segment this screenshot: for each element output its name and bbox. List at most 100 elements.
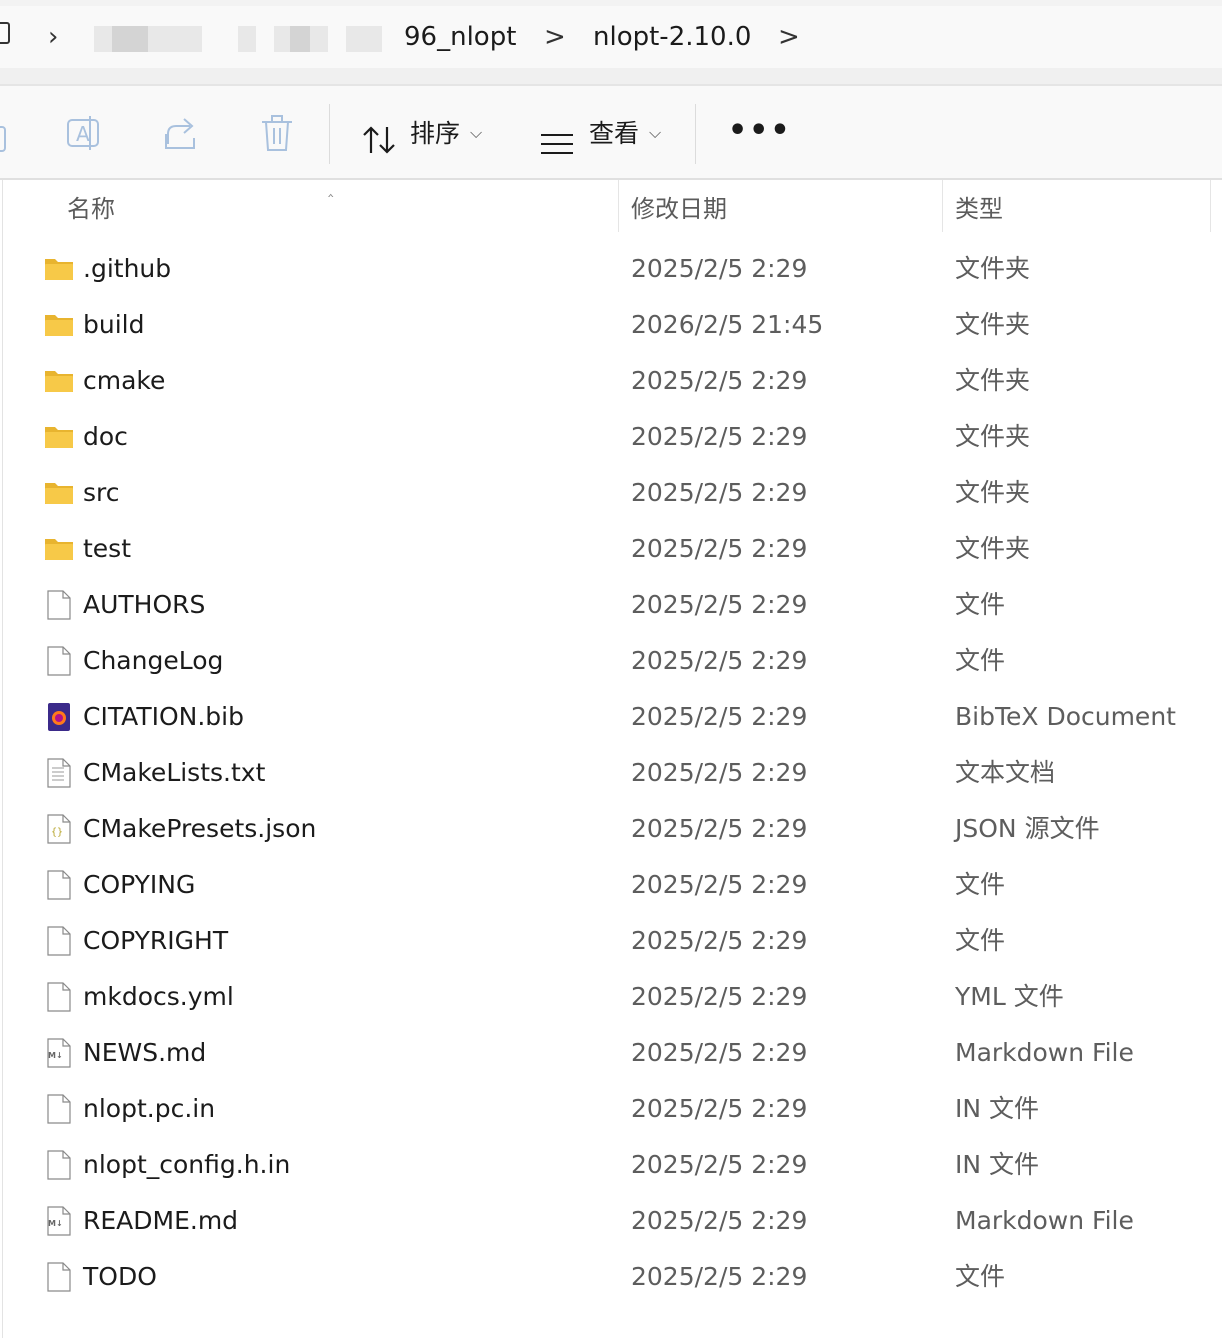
file-name: CMakeLists.txt — [83, 758, 266, 787]
svg-text:M↓: M↓ — [48, 1219, 63, 1228]
file-row[interactable]: nlopt.pc.in 2025/2/5 2:29 IN 文件 — [0, 1082, 1222, 1138]
file-row[interactable]: COPYING 2025/2/5 2:29 文件 — [0, 858, 1222, 914]
delete-icon[interactable] — [260, 114, 294, 154]
file-name: AUTHORS — [83, 590, 206, 619]
file-name: CITATION.bib — [83, 702, 244, 731]
file-type: 文件夹 — [955, 478, 1031, 507]
redacted-breadcrumb[interactable] — [238, 26, 256, 52]
file-name: nlopt_config.h.in — [83, 1150, 291, 1179]
redacted-breadcrumb[interactable] — [346, 26, 382, 52]
file-name: build — [83, 310, 145, 339]
file-icon — [44, 590, 74, 620]
folder-icon — [44, 534, 74, 564]
rename-icon[interactable]: A — [66, 114, 104, 154]
bibtex-file-icon — [44, 702, 74, 732]
folder-icon — [44, 310, 74, 340]
breadcrumb-chevron-icon[interactable]: › — [48, 20, 58, 54]
column-header-row: ‸ 名称 修改日期 类型 — [0, 178, 1222, 236]
file-modified: 2025/2/5 2:29 — [631, 926, 808, 955]
file-row[interactable]: cmake 2025/2/5 2:29 文件夹 — [0, 354, 1222, 410]
chevron-down-icon: ⌵ — [649, 123, 662, 142]
file-name: CMakePresets.json — [83, 814, 317, 843]
breadcrumb-96-nlopt[interactable]: 96_nlopt — [404, 18, 516, 56]
file-icon — [44, 646, 74, 676]
column-separator[interactable] — [1210, 180, 1211, 232]
file-modified: 2025/2/5 2:29 — [631, 702, 808, 731]
file-modified: 2026/2/5 21:45 — [631, 310, 824, 339]
file-modified: 2025/2/5 2:29 — [631, 534, 808, 563]
file-type: 文件夹 — [955, 310, 1031, 339]
file-icon — [44, 1150, 74, 1180]
file-row[interactable]: test 2025/2/5 2:29 文件夹 — [0, 522, 1222, 578]
file-type: IN 文件 — [955, 1094, 1040, 1123]
file-modified: 2025/2/5 2:29 — [631, 1094, 808, 1123]
file-name: cmake — [83, 366, 166, 395]
address-bar-band — [0, 68, 1222, 84]
file-type: 文件 — [955, 870, 1006, 899]
column-header-type[interactable]: 类型 — [955, 192, 1003, 226]
file-row[interactable]: TODO 2025/2/5 2:29 文件 — [0, 1250, 1222, 1306]
folder-icon — [44, 422, 74, 452]
file-type: 文件夹 — [955, 534, 1031, 563]
file-modified: 2025/2/5 2:29 — [631, 1038, 808, 1067]
file-modified: 2025/2/5 2:29 — [631, 1262, 808, 1291]
file-row[interactable]: build 2026/2/5 21:45 文件夹 — [0, 298, 1222, 354]
file-row[interactable]: {} CMakePresets.json 2025/2/5 2:29 JSON 源文件 — [0, 802, 1222, 858]
redacted-breadcrumb[interactable] — [94, 26, 202, 52]
view-list-icon — [541, 134, 573, 154]
toolbar-separator — [695, 104, 696, 164]
file-name: NEWS.md — [83, 1038, 207, 1067]
file-modified: 2025/2/5 2:29 — [631, 422, 808, 451]
file-name: mkdocs.yml — [83, 982, 234, 1011]
file-type: IN 文件 — [955, 1150, 1040, 1179]
svg-text:M↓: M↓ — [48, 1051, 63, 1060]
file-type: 文件夹 — [955, 254, 1031, 283]
breadcrumb-chevron-icon[interactable]: > — [778, 20, 800, 54]
file-name: doc — [83, 422, 128, 451]
file-row[interactable]: doc 2025/2/5 2:29 文件夹 — [0, 410, 1222, 466]
column-header-name[interactable]: 名称 — [67, 192, 115, 226]
file-modified: 2025/2/5 2:29 — [631, 366, 808, 395]
sort-label: 排序 — [410, 119, 461, 148]
file-type: YML 文件 — [955, 982, 1064, 1011]
file-type: 文件 — [955, 646, 1006, 675]
file-modified: 2025/2/5 2:29 — [631, 758, 808, 787]
this-pc-icon[interactable] — [0, 22, 10, 44]
file-row[interactable]: CMakeLists.txt 2025/2/5 2:29 文本文档 — [0, 746, 1222, 802]
column-separator[interactable] — [618, 180, 619, 232]
json-file-icon: {} — [44, 814, 74, 844]
file-name: src — [83, 478, 120, 507]
file-row[interactable]: ChangeLog 2025/2/5 2:29 文件 — [0, 634, 1222, 690]
file-row[interactable]: CITATION.bib 2025/2/5 2:29 BibTeX Document — [0, 690, 1222, 746]
file-type: 文件夹 — [955, 366, 1031, 395]
share-icon[interactable] — [164, 114, 200, 154]
file-row[interactable]: nlopt_config.h.in 2025/2/5 2:29 IN 文件 — [0, 1138, 1222, 1194]
file-name: COPYRIGHT — [83, 926, 229, 955]
file-type: 文件 — [955, 1262, 1006, 1291]
file-name: README.md — [83, 1206, 239, 1235]
folder-icon — [44, 254, 74, 284]
file-name: .github — [83, 254, 172, 283]
file-row[interactable]: M↓ NEWS.md 2025/2/5 2:29 Markdown File — [0, 1026, 1222, 1082]
breadcrumb-chevron-icon[interactable]: > — [544, 20, 566, 54]
column-header-modified[interactable]: 修改日期 — [631, 192, 727, 226]
file-type: Markdown File — [955, 1038, 1134, 1067]
file-row[interactable]: AUTHORS 2025/2/5 2:29 文件 — [0, 578, 1222, 634]
file-type: 文件夹 — [955, 422, 1031, 451]
file-type: JSON 源文件 — [955, 814, 1100, 843]
column-separator[interactable] — [942, 180, 943, 232]
chevron-down-icon: ⌵ — [470, 123, 483, 142]
address-bar-top — [0, 0, 1222, 6]
address-bar[interactable]: › 96_nlopt > nlopt-2.10.0 > — [0, 0, 1222, 86]
new-item-icon[interactable] — [0, 126, 6, 152]
file-name: test — [83, 534, 132, 563]
file-row[interactable]: COPYRIGHT 2025/2/5 2:29 文件 — [0, 914, 1222, 970]
file-row[interactable]: .github 2025/2/5 2:29 文件夹 — [0, 242, 1222, 298]
file-row[interactable]: src 2025/2/5 2:29 文件夹 — [0, 466, 1222, 522]
breadcrumb-nlopt-2-10-0[interactable]: nlopt-2.10.0 — [593, 18, 751, 56]
file-row[interactable]: M↓ README.md 2025/2/5 2:29 Markdown File — [0, 1194, 1222, 1250]
redacted-breadcrumb-part — [290, 26, 310, 52]
file-row[interactable]: mkdocs.yml 2025/2/5 2:29 YML 文件 — [0, 970, 1222, 1026]
more-options-icon[interactable]: ••• — [728, 116, 792, 146]
file-name: TODO — [83, 1262, 157, 1291]
